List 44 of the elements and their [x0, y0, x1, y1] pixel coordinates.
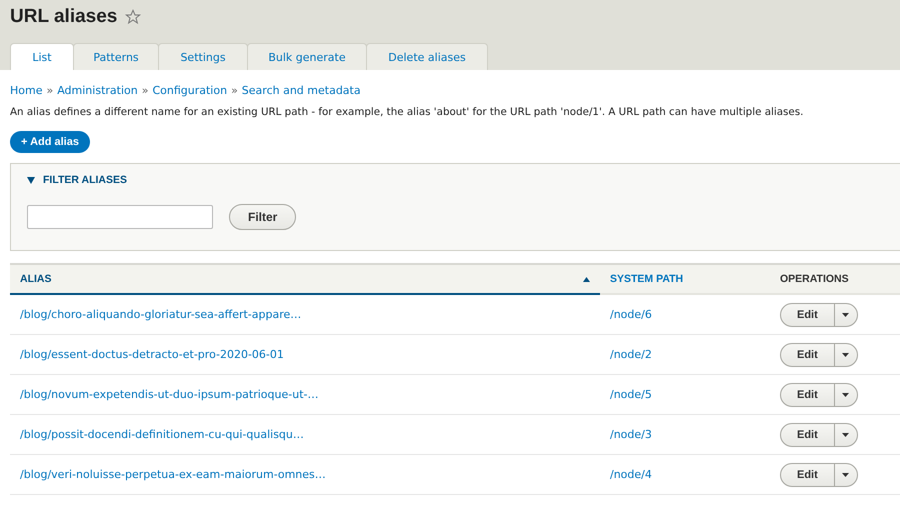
column-header-label[interactable]: SYSTEM PATH	[610, 273, 684, 285]
tab[interactable]: Bulk generate	[247, 43, 367, 70]
edit-button[interactable]: Edit	[781, 464, 835, 486]
breadcrumb-link[interactable]: Configuration	[152, 84, 228, 97]
edit-button[interactable]: Edit	[781, 384, 835, 406]
page-title: URL aliases	[10, 6, 118, 28]
alias-link[interactable]: /blog/novum-expetendis-ut-duo-ipsum-patrioque-ut-…	[20, 388, 318, 401]
tab[interactable]: List	[10, 43, 74, 70]
edit-button[interactable]: Edit	[781, 304, 835, 326]
caret-icon	[842, 352, 850, 356]
breadcrumb-separator: »	[231, 84, 238, 97]
column-header-label[interactable]: ALIAS	[20, 273, 52, 285]
edit-button[interactable]: Edit	[781, 424, 835, 446]
triangle-icon	[27, 176, 35, 184]
breadcrumb-link[interactable]: Home	[10, 84, 42, 97]
alias-link[interactable]: /blog/possit-docendi-definitionem-cu-qui-qualisqu…	[20, 428, 304, 441]
filter-button[interactable]: Filter	[229, 204, 296, 230]
column-header-label: OPERATIONS	[780, 273, 849, 285]
description-text: An alias defines a different name for an existing URL path - for example, the alias 'about' for the URL path 'node/1'. A URL path can have multiple aliases.	[10, 106, 804, 118]
breadcrumb-separator: »	[46, 84, 54, 97]
star-icon[interactable]	[125, 9, 142, 25]
system-path-link[interactable]: /node/4	[610, 468, 652, 481]
breadcrumb-link[interactable]: Administration	[57, 84, 138, 97]
alias-link[interactable]: /blog/essent-doctus-detracto-et-pro-2020-06-01	[20, 348, 284, 361]
system-path-link[interactable]: /node/5	[610, 388, 652, 401]
system-path-link[interactable]: /node/6	[610, 308, 652, 321]
alias-link[interactable]: /blog/choro-aliquando-gloriatur-sea-affert-appare…	[20, 308, 302, 321]
edit-button[interactable]: Edit	[781, 344, 835, 366]
caret-icon	[842, 392, 850, 396]
add-alias-button[interactable]: + Add alias	[10, 131, 90, 153]
filter-input[interactable]	[27, 205, 213, 229]
caret-icon	[842, 432, 850, 436]
tab[interactable]: Delete aliases	[366, 43, 488, 70]
breadcrumb-separator: »	[142, 84, 148, 97]
tab[interactable]: Settings	[158, 43, 248, 70]
filter-toggle[interactable]: FILTER ALIASES	[27, 174, 127, 186]
system-path-link[interactable]: /node/2	[610, 348, 652, 361]
tab[interactable]: Patterns	[73, 43, 159, 70]
sort-ascending-icon	[583, 276, 590, 282]
system-path-link[interactable]: /node/3	[610, 428, 652, 441]
caret-icon	[842, 312, 850, 316]
alias-link[interactable]: /blog/veri-noluisse-perpetua-ex-eam-maiorum-omnes…	[20, 468, 326, 481]
caret-icon	[842, 472, 850, 476]
breadcrumb-link[interactable]: Search and metadata	[242, 84, 361, 97]
